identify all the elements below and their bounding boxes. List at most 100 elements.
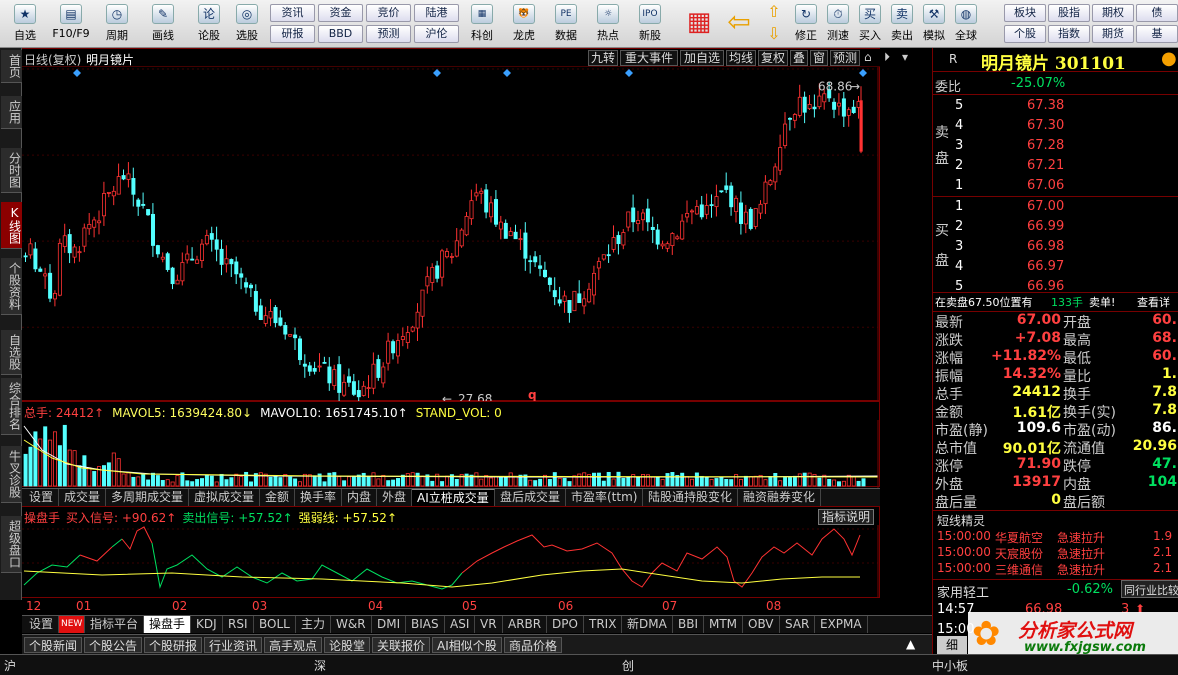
toolbar-right-button-4[interactable]: ⚒ 模拟: [918, 2, 950, 46]
indicator-tab[interactable]: 设置: [24, 616, 60, 633]
next-icon[interactable]: ⏵: [884, 50, 890, 65]
kline-button[interactable]: 九转: [588, 50, 618, 66]
short-term-alert-row[interactable]: 15:00:00 三维通信 急速拉升 2.1: [933, 561, 1178, 577]
indicator-lines[interactable]: +97.90+54.03: [22, 525, 880, 599]
indicator-tab[interactable]: W&R: [331, 616, 372, 633]
sell-level-row[interactable]: 1 67.06: [933, 176, 1178, 196]
volume-tab[interactable]: 外盘: [377, 489, 413, 506]
toolbar-small-button[interactable]: 研报: [270, 25, 315, 43]
sidenav-item-6[interactable]: 综合排名: [0, 378, 22, 435]
indicator-tab[interactable]: MTM: [704, 616, 744, 633]
kline-button[interactable]: 窗: [810, 50, 828, 66]
toolbar-small-button[interactable]: BBD: [318, 25, 363, 43]
industry-compare-button[interactable]: 同行业比较: [1121, 580, 1178, 598]
indicator-tab[interactable]: BBI: [673, 616, 705, 633]
volume-tab[interactable]: 成交量: [59, 489, 107, 506]
indicator-help-button[interactable]: 指标说明: [818, 509, 875, 525]
kline-button[interactable]: 均线: [726, 50, 756, 66]
dropdown-icon[interactable]: ▾: [902, 50, 908, 64]
toolbar-small-button[interactable]: 资讯: [270, 4, 315, 22]
sidenav-item-5[interactable]: 自选股: [0, 330, 22, 375]
news-tab[interactable]: AI相似个股: [432, 637, 502, 653]
toolbar-mid-button-4[interactable]: IPO 新股: [630, 2, 670, 46]
toolbar-button-2[interactable]: ◷ 周期: [96, 2, 138, 46]
indicator-panel[interactable]: 操盘手 买入信号: +90.62↑ 卖出信号: +57.52↑ 强弱线: +57.52…: [22, 506, 880, 599]
color-grid-icon[interactable]: ▦: [684, 2, 714, 46]
indicator-tab[interactable]: ARBR: [503, 616, 548, 633]
back-arrow-icon[interactable]: ⇦: [724, 2, 754, 46]
kline-candles[interactable]: 71.1559.7448.3436.9368.86→←27.68q: [22, 67, 880, 402]
kline-button[interactable]: 叠: [790, 50, 808, 66]
sidenav-item-1[interactable]: 应用: [0, 96, 22, 129]
volume-tab[interactable]: 多周期成交量: [106, 489, 190, 506]
toolbar-mid-button-1[interactable]: 🐯 龙虎: [504, 2, 544, 46]
volume-tab[interactable]: 设置: [24, 489, 60, 506]
indicator-tab[interactable]: TRIX: [584, 616, 623, 633]
buy-level-row[interactable]: 2 66.99: [933, 217, 1178, 237]
short-term-alert-row[interactable]: 15:00:00 天宸股份 急速拉升 2.1: [933, 545, 1178, 561]
indicator-tab[interactable]: 指标平台: [85, 616, 145, 633]
event-marker-icon[interactable]: [503, 69, 511, 77]
indicator-tab[interactable]: SAR: [780, 616, 816, 633]
buy-level-row[interactable]: 3 66.98: [933, 237, 1178, 257]
toolbar-small-button[interactable]: 预测: [366, 25, 411, 43]
news-tab[interactable]: 论股堂: [324, 637, 371, 653]
kline-button[interactable]: 复权: [758, 50, 788, 66]
news-tab[interactable]: 个股研报: [144, 637, 203, 653]
indicator-tab[interactable]: VR: [475, 616, 503, 633]
indicator-tab[interactable]: 主力: [296, 616, 332, 633]
status-market-label[interactable]: 创: [622, 657, 634, 674]
toolbar-right-button-0[interactable]: ↻ 修正: [790, 2, 822, 46]
volume-tab[interactable]: 盘后成交量: [495, 489, 567, 506]
toolbar-right-button-3[interactable]: 卖卖出: [886, 2, 918, 46]
news-tab[interactable]: 个股公告: [84, 637, 143, 653]
up-arrow-icon[interactable]: ⇧: [762, 2, 786, 22]
sidenav-item-8[interactable]: 超级盘口: [0, 516, 22, 573]
sell-level-row[interactable]: 5 67.38: [933, 96, 1178, 116]
volume-tab[interactable]: 换手率: [295, 489, 343, 506]
toolbar-right-button-1[interactable]: ⏱ 测速: [822, 2, 854, 46]
indicator-tab[interactable]: RSI: [223, 616, 254, 633]
indicator-tab[interactable]: OBV: [743, 616, 780, 633]
status-market-label[interactable]: 中小板: [932, 657, 968, 674]
volume-panel[interactable]: 总手: 24412↑ MAVOL5: 1639424.80↓ MAVOL10: 16…: [22, 401, 880, 488]
buy-level-row[interactable]: 4 66.97: [933, 257, 1178, 277]
indicator-tab[interactable]: DMI: [372, 616, 407, 633]
sidenav-item-4[interactable]: 个股资料: [0, 258, 22, 315]
volume-tab[interactable]: 陆股通持股变化: [643, 489, 739, 506]
toolbar-far-button[interactable]: 股指: [1048, 4, 1090, 22]
expand-arrow-icon[interactable]: ▲: [906, 637, 915, 651]
volume-tab[interactable]: 融资融券变化: [738, 489, 822, 506]
toolbar-button-1[interactable]: ▤ F10/F9: [50, 2, 92, 46]
toolbar-small-button[interactable]: 竞价: [366, 4, 411, 22]
kline-button[interactable]: 预测: [830, 50, 860, 66]
buy-level-row[interactable]: 1 67.00: [933, 197, 1178, 217]
toolbar-button-4[interactable]: 论论股: [188, 2, 230, 46]
toolbar-far-button[interactable]: 指数: [1048, 25, 1090, 43]
volume-tab[interactable]: 内盘: [342, 489, 378, 506]
toolbar-mid-button-3[interactable]: ☼ 热点: [588, 2, 628, 46]
toolbar-button-5[interactable]: ◎ 选股: [226, 2, 268, 46]
toolbar-far-button[interactable]: 债: [1136, 4, 1178, 22]
news-tab[interactable]: 行业资讯: [204, 637, 263, 653]
sell-level-row[interactable]: 2 67.21: [933, 156, 1178, 176]
indicator-tab[interactable]: BOLL: [254, 616, 296, 633]
toolbar-far-button[interactable]: 基: [1136, 25, 1178, 43]
news-tab[interactable]: 关联报价: [372, 637, 431, 653]
indicator-tab[interactable]: 新DMA: [622, 616, 673, 633]
toolbar-far-button[interactable]: 期权: [1092, 4, 1134, 22]
event-marker-icon[interactable]: [73, 69, 81, 77]
volume-bars[interactable]: 142117218X10: [22, 420, 880, 488]
lock-icon[interactable]: ⌂: [864, 50, 872, 64]
event-marker-icon[interactable]: [625, 69, 633, 77]
indicator-tab[interactable]: NEW: [59, 616, 86, 633]
news-tab[interactable]: 高手观点: [264, 637, 323, 653]
toolbar-far-button[interactable]: 个股: [1004, 25, 1046, 43]
indicator-tab[interactable]: ASI: [445, 616, 476, 633]
volume-tab[interactable]: 市盈率(ttm): [566, 489, 644, 506]
period-label[interactable]: 日线(复权): [24, 51, 81, 68]
indicator-tab[interactable]: 操盘手: [144, 616, 192, 633]
sidenav-item-0[interactable]: 首页: [0, 50, 22, 83]
toolbar-far-button[interactable]: 期货: [1092, 25, 1134, 43]
kline-button[interactable]: 重大事件: [620, 50, 678, 66]
